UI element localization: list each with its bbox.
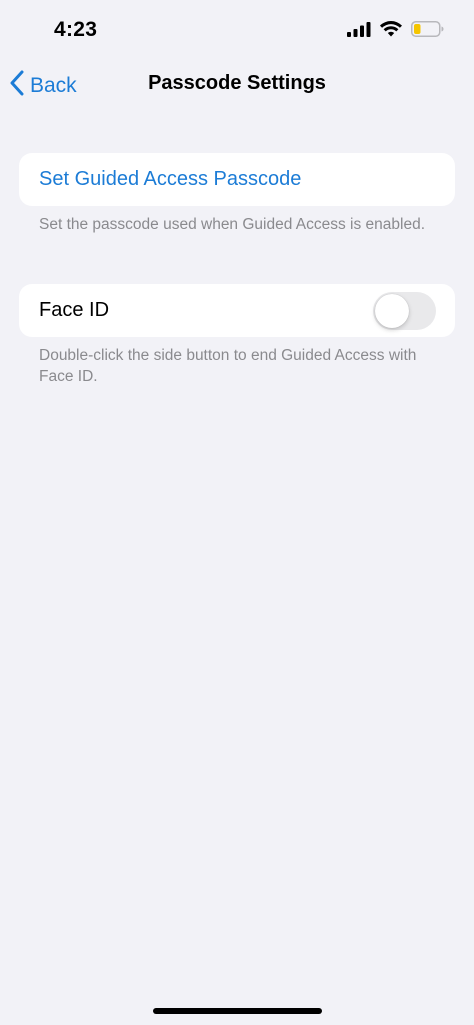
wifi-icon [380, 21, 402, 42]
face-id-label: Face ID [39, 299, 110, 321]
toggle-knob [375, 294, 409, 328]
face-id-group: Face ID [19, 284, 455, 337]
battery-icon [411, 21, 444, 42]
screen: 4:23 Back Passcode Settings Set Guided A… [0, 0, 474, 1025]
passcode-footer: Set the passcode used when Guided Access… [39, 216, 426, 233]
home-indicator[interactable] [153, 1008, 322, 1014]
passcode-group: Set Guided Access Passcode [19, 153, 455, 206]
status-bar: 4:23 [0, 0, 474, 60]
signal-icon [347, 21, 371, 42]
navigation-bar: Back Passcode Settings [0, 60, 474, 110]
set-passcode-button[interactable]: Set Guided Access Passcode [39, 168, 301, 191]
face-id-toggle[interactable] [373, 292, 436, 330]
page-title: Passcode Settings [148, 72, 326, 94]
battery-level [414, 24, 421, 34]
status-icons [347, 21, 444, 42]
face-id-footer: Double-click the side button to end Guid… [39, 347, 417, 385]
status-time: 4:23 [54, 18, 98, 41]
